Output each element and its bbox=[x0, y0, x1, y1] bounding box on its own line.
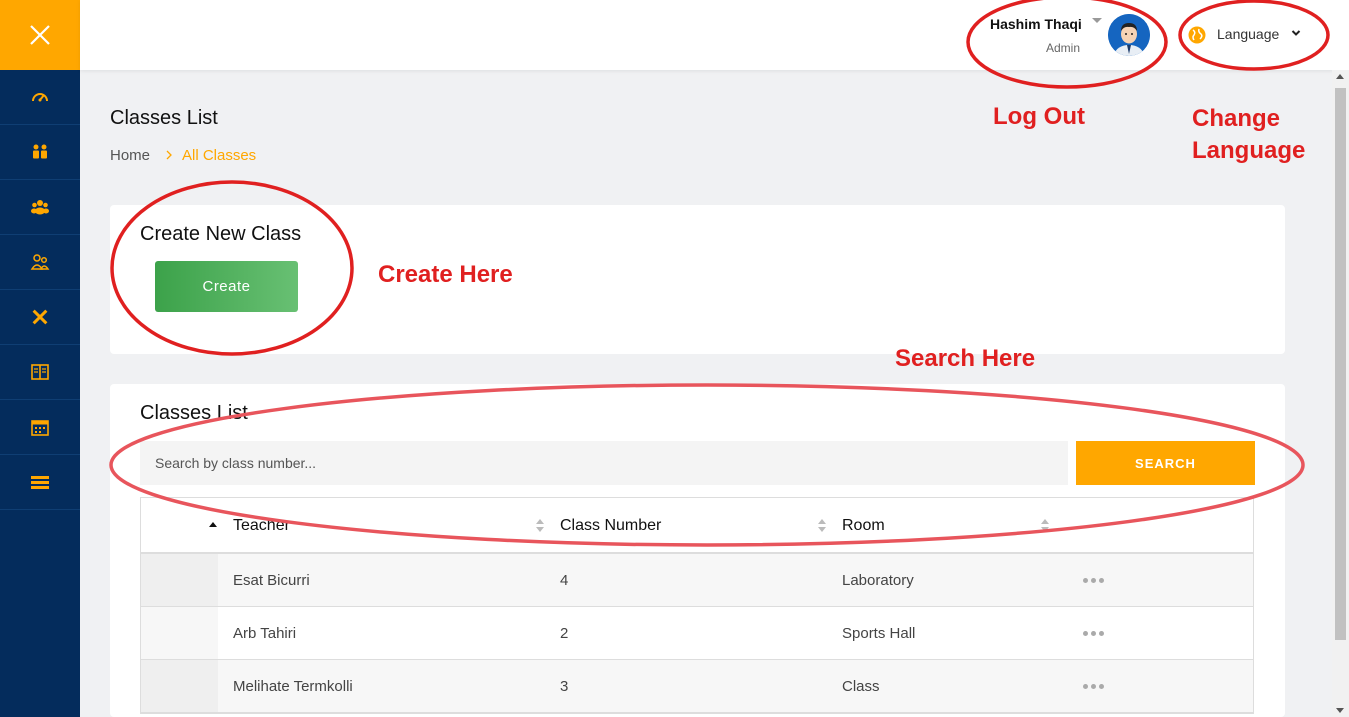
search-input[interactable] bbox=[140, 441, 1068, 485]
cell-room: Class bbox=[842, 678, 880, 695]
user-role: Admin bbox=[1046, 41, 1081, 55]
sidebar bbox=[0, 0, 80, 717]
globe-icon bbox=[1188, 26, 1206, 44]
table-header: Teacher Class Number Room bbox=[141, 498, 1253, 554]
language-selector[interactable]: Language bbox=[1217, 26, 1279, 42]
more-options-icon[interactable] bbox=[1083, 631, 1105, 637]
chevron-down-icon[interactable] bbox=[1291, 28, 1301, 38]
table-row[interactable]: Melihate Termkolli 3 Class bbox=[141, 660, 1253, 713]
sidebar-item-calendar[interactable] bbox=[0, 400, 80, 455]
column-header-teacher[interactable]: Teacher bbox=[233, 517, 290, 535]
more-options-icon[interactable] bbox=[1083, 578, 1105, 584]
sort-asc-icon[interactable] bbox=[209, 522, 217, 527]
sidebar-toggle-button[interactable] bbox=[0, 0, 80, 70]
create-class-card: Create New Class Create bbox=[110, 205, 1285, 354]
page-title: Classes List bbox=[110, 107, 218, 129]
user-avatar-icon bbox=[1108, 14, 1150, 56]
cell-class-number: 4 bbox=[560, 572, 569, 589]
parents-icon bbox=[30, 254, 50, 270]
classes-table: Teacher Class Number Room Esat Bicurri 4… bbox=[140, 497, 1254, 714]
sidebar-item-groups[interactable] bbox=[0, 180, 80, 235]
sort-icon[interactable] bbox=[536, 519, 544, 533]
scroll-thumb[interactable] bbox=[1335, 88, 1346, 640]
top-bar: Hashim Thaqi Admin Language bbox=[80, 0, 1349, 70]
students-icon bbox=[33, 144, 47, 159]
avatar[interactable] bbox=[1108, 14, 1150, 56]
cell-class-number: 3 bbox=[560, 678, 569, 695]
annotation-search-here: Search Here bbox=[895, 345, 1036, 372]
annotation-create-here: Create Here bbox=[378, 261, 513, 288]
search-button[interactable]: SEARCH bbox=[1076, 441, 1255, 485]
close-icon bbox=[30, 25, 50, 45]
sidebar-item-parents[interactable] bbox=[0, 235, 80, 290]
cell-teacher: Esat Bicurri bbox=[233, 572, 310, 589]
table-row[interactable]: Arb Tahiri 2 Sports Hall bbox=[141, 607, 1253, 660]
table-row[interactable]: Esat Bicurri 4 Laboratory bbox=[141, 554, 1253, 607]
scroll-down-icon[interactable] bbox=[1336, 708, 1344, 713]
sidebar-item-classes[interactable] bbox=[0, 455, 80, 510]
tools-icon bbox=[32, 309, 48, 325]
sidebar-item-tools[interactable] bbox=[0, 290, 80, 345]
classes-list-title: Classes List bbox=[140, 402, 248, 424]
cell-room: Sports Hall bbox=[842, 625, 916, 642]
sort-icon[interactable] bbox=[818, 519, 826, 533]
sidebar-item-dashboard[interactable] bbox=[0, 70, 80, 125]
sidebar-item-students[interactable] bbox=[0, 125, 80, 180]
column-header-class-number[interactable]: Class Number bbox=[560, 517, 661, 535]
cell-teacher: Arb Tahiri bbox=[233, 625, 297, 642]
sidebar-item-books[interactable] bbox=[0, 345, 80, 400]
cell-room: Laboratory bbox=[842, 572, 914, 589]
calendar-icon bbox=[31, 420, 49, 436]
classes-list-card: Classes List SEARCH Teacher Class Number… bbox=[110, 384, 1285, 717]
classes-icon bbox=[31, 476, 49, 489]
chevron-right-icon bbox=[166, 150, 172, 160]
breadcrumb-current: All Classes bbox=[182, 147, 257, 164]
scroll-up-icon[interactable] bbox=[1336, 74, 1344, 79]
more-options-icon[interactable] bbox=[1083, 684, 1105, 690]
column-header-room[interactable]: Room bbox=[842, 517, 885, 535]
breadcrumb-home[interactable]: Home bbox=[110, 147, 150, 164]
user-name[interactable]: Hashim Thaqi bbox=[990, 16, 1082, 32]
dashboard-icon bbox=[32, 93, 48, 102]
cell-class-number: 2 bbox=[560, 625, 569, 642]
user-menu-caret-icon[interactable] bbox=[1092, 18, 1102, 23]
page-scrollbar[interactable] bbox=[1332, 70, 1349, 717]
sort-icon[interactable] bbox=[1041, 519, 1049, 533]
create-button[interactable]: Create bbox=[155, 261, 298, 312]
create-class-title: Create New Class bbox=[140, 223, 302, 245]
cell-teacher: Melihate Termkolli bbox=[233, 678, 353, 695]
annotation-log-out: Log Out bbox=[993, 103, 1085, 130]
annotation-change-language-line2: Language bbox=[1192, 137, 1306, 164]
book-icon bbox=[31, 364, 49, 380]
groups-icon bbox=[31, 200, 49, 215]
annotation-change-language-line1: Change bbox=[1192, 105, 1281, 132]
